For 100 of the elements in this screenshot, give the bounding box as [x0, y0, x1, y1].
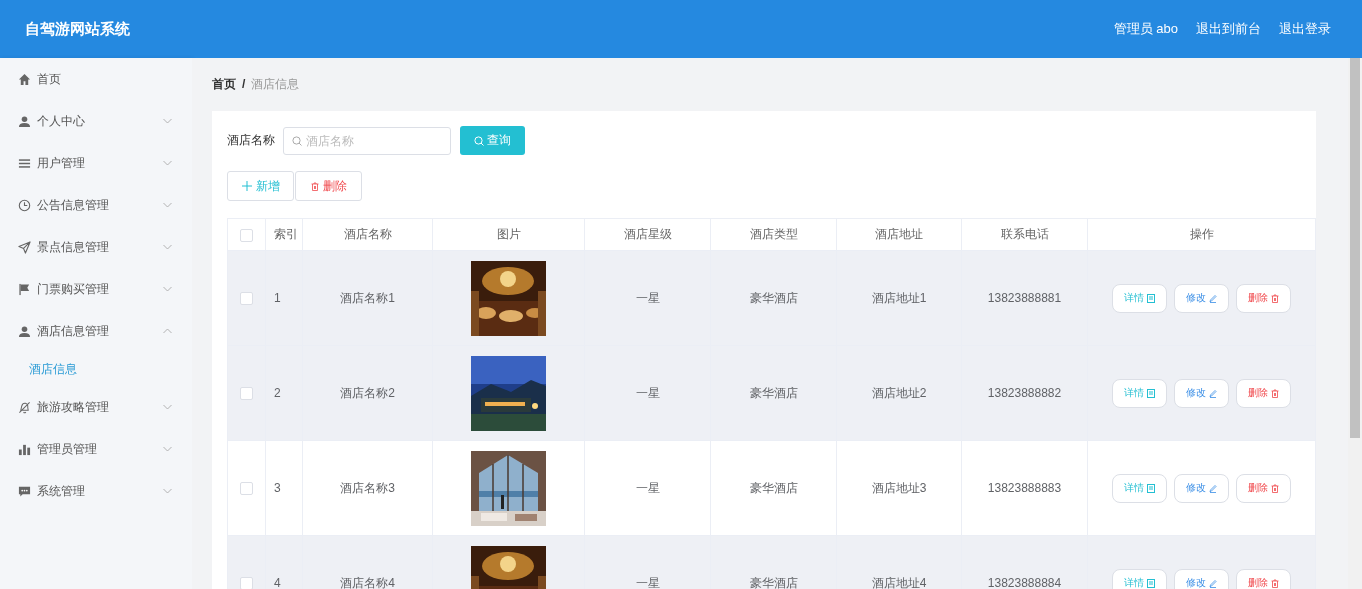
row-checkbox[interactable]	[240, 577, 253, 589]
column-header: 酒店名称	[302, 218, 433, 251]
plus-icon	[241, 181, 252, 191]
table-cell: 一星	[584, 535, 711, 589]
table-cell: 酒店名称4	[302, 535, 433, 589]
row-checkbox[interactable]	[240, 292, 253, 306]
search-icon	[474, 135, 484, 146]
document-icon	[1147, 388, 1155, 398]
details-button[interactable]: 详情	[1112, 473, 1167, 503]
table-cell: 酒店名称1	[302, 250, 433, 346]
table-cell: 酒店名称3	[302, 440, 433, 536]
add-button[interactable]: 新增	[227, 171, 294, 201]
breadcrumb-separator: /	[242, 77, 246, 91]
table-cell: 酒店地址4	[836, 535, 962, 589]
bar-chart-icon	[18, 442, 31, 456]
breadcrumb-item[interactable]: 首页	[212, 75, 236, 93]
edit-button[interactable]: 修改	[1174, 473, 1229, 503]
trash-icon	[1271, 388, 1279, 398]
header-link[interactable]: 管理员 abo	[1113, 20, 1178, 38]
row-checkbox[interactable]	[240, 482, 253, 496]
table-cell: 1	[265, 250, 303, 346]
list-icon	[18, 156, 31, 170]
site-title: 自驾游网站系统	[25, 19, 130, 39]
header-link[interactable]: 退出登录	[1279, 20, 1331, 38]
table-cell: 酒店地址2	[836, 345, 962, 441]
search-icon	[292, 135, 302, 146]
sidebar-item[interactable]: 景点信息管理	[0, 226, 192, 268]
sidebar-item[interactable]: 公告信息管理	[0, 184, 192, 226]
pencil-icon	[1209, 293, 1217, 303]
table-cell: 3	[265, 440, 303, 536]
row-checkbox[interactable]	[240, 387, 253, 401]
table-cell: 一星	[584, 345, 711, 441]
bell-off-icon	[18, 400, 31, 414]
document-icon	[1147, 293, 1155, 303]
submenu-item[interactable]: 酒店信息	[0, 352, 192, 386]
trash-icon	[1271, 483, 1279, 493]
sidebar-item[interactable]: 管理员管理	[0, 428, 192, 470]
column-header: 酒店类型	[710, 218, 837, 251]
pencil-icon	[1209, 578, 1217, 588]
sidebar-item[interactable]: 门票购买管理	[0, 268, 192, 310]
details-button[interactable]: 详情	[1112, 283, 1167, 313]
pencil-icon	[1209, 483, 1217, 493]
table-cell: 豪华酒店	[710, 345, 837, 441]
pencil-icon	[1209, 388, 1217, 398]
sidebar-item[interactable]: 用户管理	[0, 142, 192, 184]
delete-button[interactable]: 删除	[1236, 473, 1291, 503]
edit-button[interactable]: 修改	[1174, 283, 1229, 313]
column-header: 索引	[265, 218, 303, 251]
chevron-down-icon	[163, 446, 172, 452]
table-cell: 13823888884	[961, 535, 1088, 589]
scrollbar-thumb[interactable]	[1350, 58, 1360, 438]
select-all-checkbox[interactable]	[240, 228, 253, 242]
edit-button[interactable]: 修改	[1174, 568, 1229, 589]
home-icon	[18, 72, 31, 86]
trash-icon	[1271, 293, 1279, 303]
sidebar-item[interactable]: 个人中心	[0, 100, 192, 142]
delete-button[interactable]: 删除	[295, 171, 362, 201]
sidebar-item[interactable]: 首页	[0, 58, 192, 100]
table-cell: 酒店名称2	[302, 345, 433, 441]
chevron-down-icon	[163, 488, 172, 494]
column-header: 图片	[432, 218, 585, 251]
table-cell: 13823888883	[961, 440, 1088, 536]
table-cell: 酒店地址3	[836, 440, 962, 536]
table-cell: 豪华酒店	[710, 250, 837, 346]
flag-icon	[18, 282, 31, 296]
table-cell: 豪华酒店	[710, 440, 837, 536]
search-field[interactable]: 酒店名称	[283, 126, 451, 155]
breadcrumb-item: 酒店信息	[251, 75, 300, 93]
chevron-down-icon	[163, 244, 172, 250]
column-header: 酒店地址	[836, 218, 962, 251]
search-button[interactable]: 查询	[460, 126, 525, 155]
delete-button[interactable]: 删除	[1236, 378, 1291, 408]
column-header: 操作	[1087, 218, 1316, 251]
scrollbar[interactable]	[1348, 58, 1362, 589]
sidebar-item[interactable]: 系统管理	[0, 470, 192, 512]
column-header: 酒店星级	[584, 218, 711, 251]
chevron-down-icon	[163, 160, 172, 166]
sidebar-item[interactable]: 旅游攻略管理	[0, 386, 192, 428]
details-button[interactable]: 详情	[1112, 568, 1167, 589]
delete-button[interactable]: 删除	[1236, 283, 1291, 313]
table-cell: 2	[265, 345, 303, 441]
header-link[interactable]: 退出到前台	[1196, 20, 1261, 38]
trash-icon	[310, 181, 319, 191]
table-cell: 一星	[584, 250, 711, 346]
document-icon	[1147, 483, 1155, 493]
column-header: 联系电话	[961, 218, 1088, 251]
table-cell: 4	[265, 535, 303, 589]
chevron-down-icon	[163, 118, 172, 124]
sidebar-item[interactable]: 酒店信息管理	[0, 310, 192, 352]
chat-icon	[18, 484, 31, 498]
details-button[interactable]: 详情	[1112, 378, 1167, 408]
chevron-down-icon	[163, 202, 172, 208]
paper-plane-icon	[18, 240, 31, 254]
delete-button[interactable]: 删除	[1236, 568, 1291, 589]
user-icon	[18, 324, 31, 338]
clock-icon	[18, 198, 31, 212]
document-icon	[1147, 578, 1155, 588]
table-cell: 13823888882	[961, 345, 1088, 441]
search-label: 酒店名称	[227, 132, 275, 149]
edit-button[interactable]: 修改	[1174, 378, 1229, 408]
